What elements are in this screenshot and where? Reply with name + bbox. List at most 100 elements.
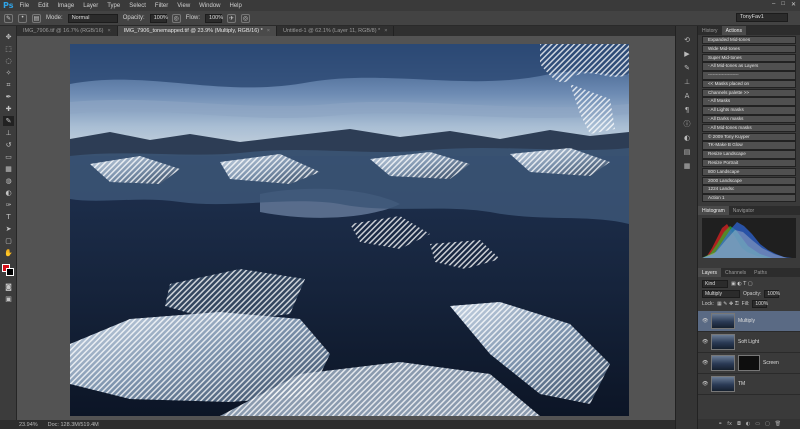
eraser-tool-icon[interactable]: ▭	[3, 152, 14, 162]
menu-help[interactable]: Help	[230, 3, 242, 9]
flow-field[interactable]: 100%	[205, 13, 223, 23]
menu-select[interactable]: Select	[129, 3, 146, 9]
blur-tool-icon[interactable]: ◍	[3, 176, 14, 186]
brush-preset-icon[interactable]: ✎	[4, 13, 13, 23]
character-panel-icon[interactable]: A	[682, 92, 692, 101]
tab-channels[interactable]: Channels	[721, 268, 750, 277]
menu-file[interactable]: File	[19, 3, 29, 9]
opacity-field[interactable]: 100%	[149, 13, 168, 23]
dodge-tool-icon[interactable]: ◐	[3, 188, 14, 198]
background-color-swatch[interactable]	[6, 268, 14, 276]
brush-size-icon[interactable]: •	[18, 13, 27, 23]
add-mask-icon[interactable]: ◘	[737, 421, 741, 427]
tab-layers[interactable]: Layers	[698, 267, 722, 277]
adjustment-layer-icon[interactable]: ◐	[746, 421, 750, 427]
layer-row[interactable]: 👁 Screen	[698, 353, 800, 374]
brush-tool-icon[interactable]: ✎	[3, 116, 14, 126]
history-brush-tool-icon[interactable]: ↺	[3, 140, 14, 150]
action-item[interactable]: << Masks placed on	[702, 79, 796, 89]
menu-edit[interactable]: Edit	[38, 3, 48, 9]
visibility-eye-icon[interactable]: 👁	[702, 360, 708, 366]
layer-mask-thumbnail[interactable]	[738, 354, 760, 371]
paragraph-panel-icon[interactable]: ¶	[682, 106, 692, 115]
pressure-size-icon[interactable]: ◎	[241, 13, 251, 23]
menu-type[interactable]: Type	[107, 3, 120, 9]
document-canvas[interactable]	[70, 44, 629, 416]
action-item[interactable]: Wide Mid-tones	[702, 44, 796, 54]
clone-stamp-tool-icon[interactable]: ⊥	[3, 128, 14, 138]
layer-opacity-field[interactable]: 100%	[764, 289, 780, 298]
zoom-level[interactable]: 23.94%	[19, 422, 38, 428]
action-item[interactable]: © 2009 Tony Kuyper	[702, 132, 796, 141]
healing-tool-icon[interactable]: ✚	[3, 104, 14, 114]
action-item[interactable]: - All Masks	[702, 97, 796, 106]
hand-tool-icon[interactable]: ✋	[3, 248, 14, 258]
action-item[interactable]: Channels palette >>	[702, 88, 796, 98]
action-item[interactable]: TK-Make B Glow	[702, 141, 796, 150]
tab-navigator[interactable]: Navigator	[729, 206, 758, 215]
tab-tonemapped[interactable]: IMG_7906_tonemapped.tif @ 23.9% (Multipl…	[117, 26, 277, 36]
airbrush-icon[interactable]: ✈	[227, 13, 237, 23]
action-item[interactable]: Action 1	[702, 194, 796, 203]
action-item[interactable]: - All Mid-tones masks	[702, 123, 796, 133]
close-tab-icon[interactable]: ×	[107, 28, 110, 34]
close-button[interactable]: ✕	[791, 1, 796, 8]
tab-img-7906[interactable]: IMG_7906.tif @ 16.7% (RGB/16) ×	[17, 26, 118, 36]
toggle-brush-panel-icon[interactable]: ▤	[32, 13, 41, 23]
action-item[interactable]: Expanded Mid-tones	[702, 36, 796, 45]
actions-panel-icon[interactable]: ▶	[682, 50, 692, 59]
tab-paths[interactable]: Paths	[750, 268, 771, 277]
lock-icons[interactable]: ▦ ✎ ✥ ⚿	[717, 301, 739, 307]
swatches-panel-icon[interactable]: ▦	[682, 162, 692, 171]
crop-tool-icon[interactable]: ⌗	[3, 80, 14, 90]
new-layer-icon[interactable]: ▢	[765, 421, 770, 427]
pressure-opacity-icon[interactable]: ◎	[171, 13, 181, 23]
action-item[interactable]: 1224 Landsc	[702, 185, 796, 194]
trash-icon[interactable]: 🗑	[775, 421, 781, 427]
action-item[interactable]: Super Mid-tones	[702, 53, 796, 62]
history-panel-icon[interactable]: ⟲	[682, 36, 692, 45]
quick-mask-icon[interactable]: ◙	[3, 282, 14, 292]
menu-view[interactable]: View	[177, 3, 190, 9]
quick-select-tool-icon[interactable]: ✧	[3, 68, 14, 78]
type-tool-icon[interactable]: T	[3, 212, 14, 222]
brush-panel-icon[interactable]: ✎	[682, 64, 692, 73]
visibility-eye-icon[interactable]: 👁	[702, 339, 708, 345]
adjustments-panel-icon[interactable]: ◐	[682, 134, 692, 143]
action-item[interactable]: 800 Landscape	[702, 167, 796, 177]
layer-row[interactable]: 👁 Multiply	[698, 310, 800, 332]
mode-select[interactable]: Normal	[67, 13, 118, 23]
path-select-tool-icon[interactable]: ➤	[3, 224, 14, 234]
shape-tool-icon[interactable]: ▢	[3, 236, 14, 246]
gradient-tool-icon[interactable]: ▦	[3, 164, 14, 174]
tab-history[interactable]: History	[698, 26, 722, 35]
menu-layer[interactable]: Layer	[83, 3, 98, 9]
menu-image[interactable]: Image	[58, 3, 75, 9]
fill-field[interactable]: 100%	[752, 299, 768, 308]
action-item[interactable]: - All Lights masks	[702, 106, 796, 115]
eyedropper-tool-icon[interactable]: ✒	[3, 92, 14, 102]
maximize-button[interactable]: □	[781, 1, 785, 8]
action-item[interactable]: 2000 Landscape	[702, 176, 796, 185]
pen-tool-icon[interactable]: ✑	[3, 200, 14, 210]
blend-mode-select[interactable]: Multiply	[702, 289, 740, 298]
group-icon[interactable]: ▭	[755, 421, 760, 427]
marquee-tool-icon[interactable]: ⬚	[3, 44, 14, 54]
tab-untitled-1[interactable]: Untitled-1 @ 62.1% (Layer 11, RGB/8) * ×	[277, 26, 395, 36]
action-item[interactable]: Resize Portrait	[702, 158, 796, 168]
filter-pixel-icon[interactable]: ▣ ◐ T ▢	[731, 281, 753, 287]
lasso-tool-icon[interactable]: ◌	[3, 56, 14, 66]
minimize-button[interactable]: –	[772, 1, 775, 8]
link-layers-icon[interactable]: ⚭	[718, 421, 722, 427]
visibility-eye-icon[interactable]: 👁	[702, 381, 708, 387]
info-panel-icon[interactable]: ⓘ	[682, 120, 692, 129]
tab-histogram[interactable]: Histogram	[698, 205, 729, 215]
move-tool-icon[interactable]: ✥	[3, 32, 14, 42]
canvas-area[interactable]	[17, 36, 675, 420]
layer-row[interactable]: 👁 TM	[698, 374, 800, 395]
action-item[interactable]: --------------------	[702, 71, 796, 80]
clone-source-panel-icon[interactable]: ⊥	[682, 78, 692, 87]
close-tab-icon[interactable]: ×	[384, 28, 387, 34]
layer-row[interactable]: 👁 Soft Light	[698, 332, 800, 353]
tab-actions[interactable]: Actions	[721, 26, 746, 35]
